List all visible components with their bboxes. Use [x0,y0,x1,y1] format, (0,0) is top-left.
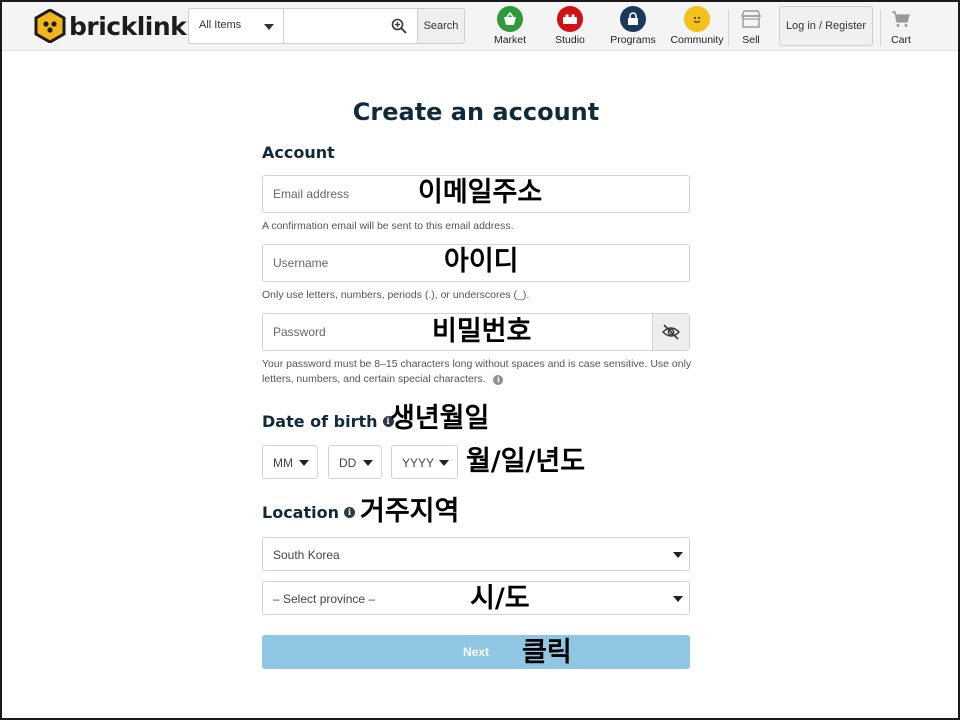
zoom-search-icon [391,18,407,39]
toggle-password-visibility-button[interactable] [652,314,689,350]
annotation-location: 거주지역 [360,496,460,527]
password-placeholder: Password [273,325,326,339]
annotation-dob: 생년월일 [390,403,490,434]
password-hint-text: Your password must be 8–15 characters lo… [262,358,692,385]
annotation-province: 시/도 [470,583,530,614]
nav-divider [880,10,881,46]
location-heading: Location i [262,503,355,522]
dob-heading: Date of birth i [262,412,394,431]
dob-day-value: DD [339,456,357,470]
country-select[interactable]: South Korea [262,537,690,571]
nav-sell[interactable]: Sell [736,6,766,50]
nav-sell-label: Sell [742,34,760,46]
account-heading: Account [262,143,335,162]
lock-icon [620,6,646,32]
email-hint: A confirmation email will be sent to thi… [262,220,514,232]
annotation-username: 아이디 [444,246,519,277]
location-heading-text: Location [262,503,339,522]
bricklink-logo[interactable]: bricklink [34,8,187,44]
annotation-dob-format: 월/일/년도 [466,446,586,477]
annotation-password: 비밀번호 [432,316,532,347]
nav-community-label: Community [670,34,724,46]
username-placeholder: Username [273,256,329,270]
chevron-down-icon [299,460,309,466]
next-button[interactable]: Next [262,635,690,669]
password-hint: Your password must be 8–15 characters lo… [262,357,692,387]
brick-icon [557,6,583,32]
nav-market[interactable]: Market [488,6,532,50]
annotation-next: 클릭 [522,637,572,668]
nav-programs-label: Programs [610,34,656,46]
chevron-down-icon [264,24,274,30]
annotation-email: 이메일주소 [418,177,543,208]
chevron-down-icon [363,460,373,466]
nav-divider [728,10,729,46]
chevron-down-icon [439,460,449,466]
dob-year-select[interactable]: YYYY [391,445,458,479]
eye-slash-icon [662,324,680,340]
dob-month-value: MM [273,456,293,470]
search-input[interactable] [284,8,418,44]
nav-community[interactable]: Community [668,6,726,50]
chevron-down-icon [673,552,683,558]
province-value: – Select province – [273,592,376,606]
cart-icon [888,6,914,32]
login-register-button[interactable]: Log in / Register [779,6,873,46]
page-title: Create an account [352,98,600,126]
dob-month-select[interactable]: MM [262,445,318,479]
top-header: bricklink All Items Search Market Studio… [2,2,958,51]
nav-studio-label: Studio [555,34,585,46]
info-icon[interactable]: i [493,375,504,385]
country-value: South Korea [273,548,340,562]
nav-cart-label: Cart [891,34,911,46]
chevron-down-icon [673,596,683,602]
nav-cart[interactable]: Cart [886,6,916,50]
dob-heading-text: Date of birth [262,412,378,431]
search-category-value: All Items [199,19,242,31]
basket-icon [497,6,523,32]
minifig-face-icon [684,6,710,32]
storefront-icon [738,6,764,32]
search-button[interactable]: Search [417,8,465,44]
logo-text: bricklink [69,11,187,41]
search-category-select[interactable]: All Items [188,8,284,44]
bricklink-hex-icon [34,9,66,43]
dob-day-select[interactable]: DD [328,445,382,479]
info-icon[interactable]: i [343,507,355,518]
email-placeholder: Email address [273,187,350,201]
nav-studio[interactable]: Studio [550,6,590,50]
nav-programs[interactable]: Programs [608,6,658,50]
account-heading-text: Account [262,143,335,162]
username-hint: Only use letters, numbers, periods (.), … [262,289,530,301]
nav-market-label: Market [493,34,527,46]
dob-year-value: YYYY [402,456,435,470]
